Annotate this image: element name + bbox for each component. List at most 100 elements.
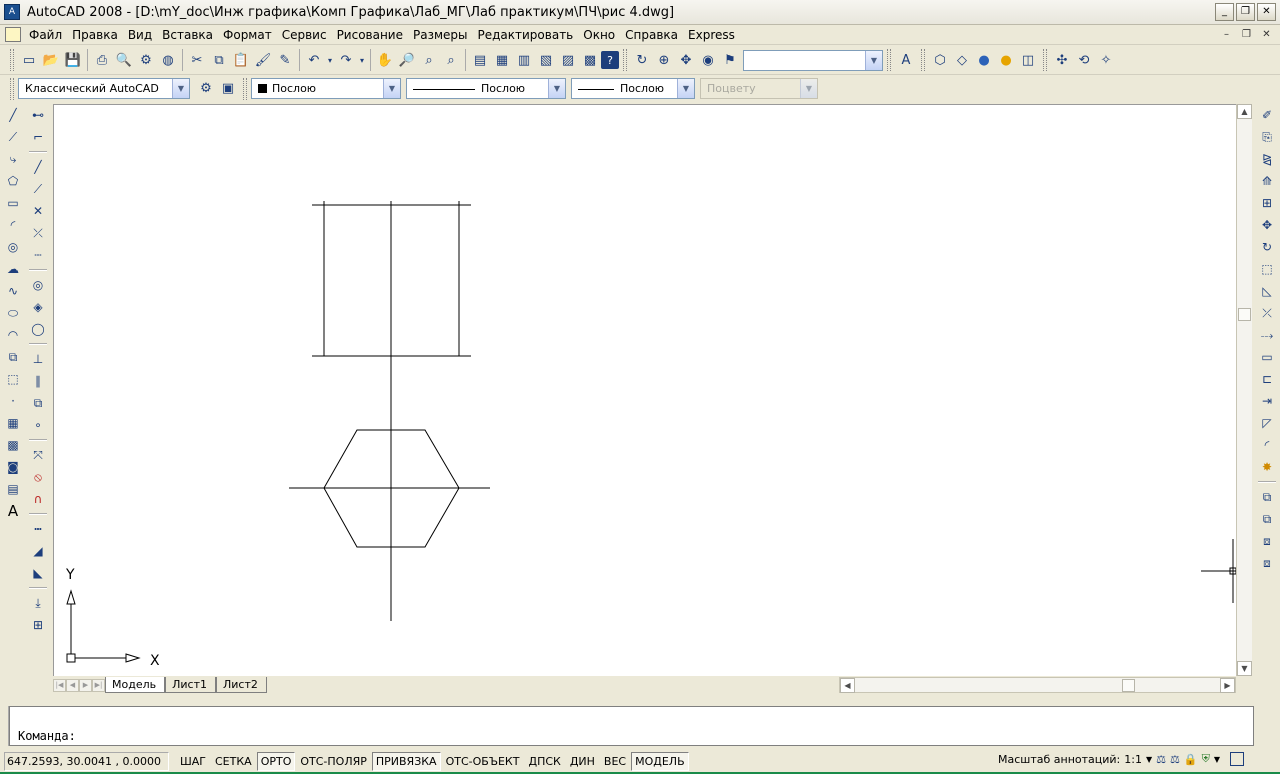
status-otrack-button[interactable]: ОТС-ОБЪЕКТ: [442, 752, 524, 771]
cut-icon[interactable]: ✂: [186, 49, 208, 71]
chevron-down-icon[interactable]: ▼: [383, 79, 400, 98]
revcloud-icon[interactable]: ☁: [3, 258, 23, 280]
toolbar-grip[interactable]: [887, 49, 891, 71]
new-file-icon[interactable]: ▭: [18, 49, 40, 71]
publish-3d-icon[interactable]: ◍: [157, 49, 179, 71]
menu-insert[interactable]: Вставка: [157, 26, 218, 44]
open-file-icon[interactable]: 📂: [40, 49, 62, 71]
quickcalc-icon[interactable]: ▩: [579, 49, 601, 71]
lineweight-dropdown[interactable]: Послою ▼: [571, 78, 695, 99]
polygon-icon[interactable]: ⬠: [3, 170, 23, 192]
gradient-icon[interactable]: ▩: [3, 434, 23, 456]
draworder-back-icon[interactable]: ⧉: [1257, 508, 1277, 530]
snap-extension-icon[interactable]: ┄: [28, 244, 48, 266]
toolbar-grip[interactable]: [921, 49, 925, 71]
3d-orbit-icon[interactable]: ↻: [631, 49, 653, 71]
extend-icon[interactable]: ⤏: [1257, 324, 1277, 346]
arc-icon[interactable]: ◜: [3, 214, 23, 236]
minimize-button[interactable]: _: [1215, 3, 1234, 21]
sphere-icon[interactable]: ●: [973, 49, 995, 71]
snap-parallel-icon[interactable]: ∥: [28, 370, 48, 392]
snap-center-icon[interactable]: ◎: [28, 274, 48, 296]
title-bar[interactable]: A AutoCAD 2008 - [D:\mY_doc\Инж графика\…: [0, 0, 1280, 25]
wedge-icon[interactable]: ◇: [951, 49, 973, 71]
next-tab-icon[interactable]: ▶: [79, 678, 92, 692]
auto-scale-icon[interactable]: ⚖: [1170, 753, 1180, 766]
status-snap-button[interactable]: ШАГ: [176, 752, 210, 771]
stretch-icon[interactable]: ◺: [1257, 280, 1277, 302]
scroll-up-icon[interactable]: ▲: [1237, 104, 1252, 119]
markup-icon[interactable]: ▨: [557, 49, 579, 71]
properties-icon[interactable]: ▤: [469, 49, 491, 71]
box-icon[interactable]: ⬡: [929, 49, 951, 71]
status-model-button[interactable]: МОДЕЛЬ: [631, 751, 689, 771]
lock-icon[interactable]: 🔒: [1184, 753, 1198, 766]
ellipse-icon[interactable]: ⬭: [3, 302, 23, 324]
rotate-icon[interactable]: ↻: [1257, 236, 1277, 258]
zoom-previous-icon[interactable]: ⌕: [440, 49, 462, 71]
status-dyn-button[interactable]: ДИН: [566, 752, 599, 771]
workspace-settings-icon[interactable]: ⚙: [195, 78, 217, 100]
zoom-realtime-icon[interactable]: 🔎: [396, 49, 418, 71]
table-icon[interactable]: ▤: [3, 478, 23, 500]
view-pan-icon[interactable]: ✥: [675, 49, 697, 71]
chevron-down-icon[interactable]: ▼: [865, 50, 882, 70]
ellipse-arc-icon[interactable]: ◠: [3, 324, 23, 346]
break-at-point-icon[interactable]: ▭: [1257, 346, 1277, 368]
help-icon[interactable]: ?: [601, 51, 619, 69]
render-icon[interactable]: ●: [995, 49, 1017, 71]
horizontal-scrollbar[interactable]: ◀ ▶: [839, 677, 1236, 693]
undo-dropdown-icon[interactable]: ▾: [325, 49, 335, 71]
erase-icon[interactable]: ✐: [1257, 104, 1277, 126]
join-icon[interactable]: ⇥: [1257, 390, 1277, 412]
copy-object-icon[interactable]: ⎘: [1257, 126, 1277, 148]
tab-sheet2[interactable]: Лист2: [215, 677, 267, 693]
status-osnap-button[interactable]: ПРИВЯЗКА: [371, 751, 441, 771]
vertical-scroll-thumb[interactable]: [1238, 308, 1251, 321]
snap-intersection-icon[interactable]: ✕: [28, 200, 48, 222]
pan-icon[interactable]: ✋: [374, 49, 396, 71]
free-orbit-icon[interactable]: ⟲: [1073, 49, 1095, 71]
insert-block-icon[interactable]: ⧉: [3, 346, 23, 368]
tool-palettes-icon[interactable]: ▥: [513, 49, 535, 71]
layer-manager-icon[interactable]: ◫: [1017, 49, 1039, 71]
status-grid-button[interactable]: СЕТКА: [211, 752, 256, 771]
snap-node-icon[interactable]: ∘: [28, 414, 48, 436]
tab-sheet1[interactable]: Лист1: [165, 677, 216, 693]
dim-linear-icon[interactable]: ┅: [28, 518, 48, 540]
zoom-in-icon[interactable]: ⊕: [653, 49, 675, 71]
draworder-above-icon[interactable]: ⧈: [1257, 530, 1277, 552]
toolbar-grip[interactable]: [10, 49, 14, 71]
doc-restore-button[interactable]: ❐: [1239, 27, 1254, 41]
color-dropdown[interactable]: Послою ▼: [251, 78, 401, 99]
spline-icon[interactable]: ∿: [3, 280, 23, 302]
snap-perpendicular-icon[interactable]: ⊥: [28, 348, 48, 370]
block-editor-icon[interactable]: ✎: [274, 49, 296, 71]
coordinate-readout[interactable]: 647.2593, 30.0041 , 0.0000: [4, 751, 169, 771]
document-icon[interactable]: [5, 27, 21, 42]
explode-icon[interactable]: ✸: [1257, 456, 1277, 478]
trim-icon[interactable]: ⤫: [1257, 302, 1277, 324]
annotation-visibility-icon[interactable]: ⚖: [1156, 753, 1166, 766]
chamfer-icon[interactable]: ◸: [1257, 412, 1277, 434]
chevron-down-icon[interactable]: ▼: [1146, 755, 1152, 764]
hatch-icon[interactable]: ▦: [3, 412, 23, 434]
toolbar-grip[interactable]: [623, 49, 627, 71]
menu-format[interactable]: Формат: [218, 26, 277, 44]
undo-icon[interactable]: ↶: [303, 49, 325, 71]
snap-apparent-intersection-icon[interactable]: ⤫: [28, 222, 48, 244]
multiline-text-icon[interactable]: A: [3, 500, 23, 522]
status-lwt-button[interactable]: ВЕС: [600, 752, 630, 771]
region-icon[interactable]: ◙: [3, 456, 23, 478]
scroll-right-icon[interactable]: ▶: [1220, 678, 1235, 693]
dim-aligned-icon[interactable]: ◢: [28, 540, 48, 562]
continuous-orbit-icon[interactable]: ✧: [1095, 49, 1117, 71]
construction-line-icon[interactable]: ⟋: [3, 126, 23, 148]
prev-tab-icon[interactable]: ◀: [66, 678, 79, 692]
autocad-logo-icon[interactable]: A: [4, 4, 20, 20]
doc-minimize-button[interactable]: –: [1219, 27, 1234, 41]
plot-preview-icon[interactable]: 🔍: [113, 49, 135, 71]
dim-ordinate-icon[interactable]: ◣: [28, 562, 48, 584]
snap-endpoint-icon[interactable]: ╱: [28, 156, 48, 178]
design-center-icon[interactable]: ▦: [491, 49, 513, 71]
